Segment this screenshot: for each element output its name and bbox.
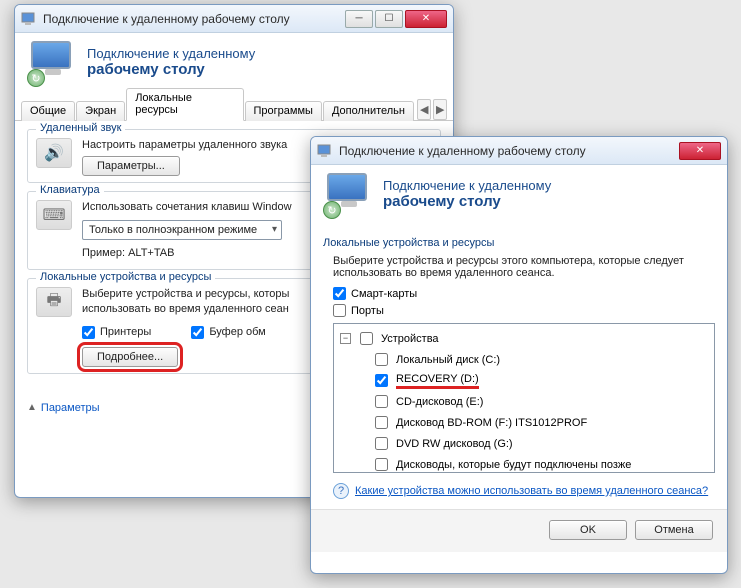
- tree-root[interactable]: − Устройства: [340, 328, 708, 349]
- more-button[interactable]: Подробнее...: [82, 347, 178, 367]
- rdc-logo-icon: ↻: [325, 173, 373, 215]
- smartcards-checkbox[interactable]: Смарт-карты: [323, 287, 715, 300]
- tree-item-label: Дисковод BD-ROM (F:) ITS1012PROF: [396, 417, 587, 429]
- tree-item-label: DVD RW дисковод (G:): [396, 438, 513, 450]
- tree-item-recovery[interactable]: RECOVERY (D:): [340, 370, 708, 391]
- group-legend: Удаленный звук: [36, 122, 125, 134]
- tree-root-checkbox[interactable]: [360, 332, 373, 345]
- dialog-footer: OK Отмена: [311, 509, 727, 552]
- window-title: Подключение к удаленному рабочему столу: [43, 12, 290, 26]
- tab-advanced[interactable]: Дополнительн: [323, 101, 414, 121]
- options-label: Параметры: [41, 402, 100, 414]
- tabstrip: Общие Экран Локальные ресурсы Программы …: [15, 97, 453, 121]
- close-button[interactable]: ✕: [679, 142, 721, 160]
- maximize-button[interactable]: ☐: [375, 10, 403, 28]
- clipboard-checkbox-input[interactable]: [191, 326, 204, 339]
- help-link[interactable]: Какие устройства можно использовать во в…: [355, 485, 708, 497]
- clipboard-label: Буфер обм: [209, 325, 265, 340]
- smartcards-checkbox-input[interactable]: [333, 287, 346, 300]
- chevron-up-icon: ▲: [27, 402, 37, 413]
- tree-root-label: Устройства: [381, 333, 439, 345]
- help-icon: ?: [333, 483, 349, 499]
- titlebar[interactable]: Подключение к удаленному рабочему столу …: [311, 137, 727, 165]
- titlebar[interactable]: Подключение к удаленному рабочему столу …: [15, 5, 453, 33]
- tree-item-checkbox[interactable]: [375, 353, 388, 366]
- tree-item-checkbox[interactable]: [375, 374, 388, 387]
- dialog-header: ↻ Подключение к удаленному рабочему стол…: [311, 165, 727, 225]
- tree-item-label: Локальный диск (C:): [396, 354, 500, 366]
- tree-item-label: RECOVERY (D:): [396, 373, 479, 389]
- header-line2: рабочему столу: [383, 193, 551, 210]
- tree-item[interactable]: DVD RW дисковод (G:): [340, 433, 708, 454]
- collapse-icon[interactable]: −: [340, 333, 351, 344]
- tree-item[interactable]: CD-дисковод (E:): [340, 391, 708, 412]
- minimize-button[interactable]: ─: [345, 10, 373, 28]
- tree-item[interactable]: Локальный диск (C:): [340, 349, 708, 370]
- tree-item-label: Дисководы, которые будут подключены позж…: [396, 459, 631, 471]
- ports-label: Порты: [351, 305, 384, 317]
- tab-scroll-left[interactable]: ◀: [417, 99, 431, 120]
- section-hint: Выберите устройства и ресурсы этого комп…: [323, 255, 715, 279]
- dialog-header: ↻ Подключение к удаленному рабочему стол…: [15, 33, 453, 93]
- tree-item-checkbox[interactable]: [375, 458, 388, 471]
- printers-checkbox[interactable]: Принтеры: [82, 325, 151, 340]
- tree-item-checkbox[interactable]: [375, 416, 388, 429]
- speaker-icon: 🔊: [36, 138, 72, 168]
- header-line2: рабочему столу: [87, 61, 255, 78]
- tree-item-checkbox[interactable]: [375, 437, 388, 450]
- options-toggle[interactable]: ▲ Параметры: [27, 402, 100, 414]
- close-button[interactable]: ✕: [405, 10, 447, 28]
- devices-icon: 🖶: [36, 287, 72, 317]
- group-legend: Клавиатура: [36, 184, 104, 196]
- tab-general[interactable]: Общие: [21, 101, 75, 121]
- app-icon: [21, 11, 37, 27]
- header-line1: Подключение к удаленному: [383, 178, 551, 193]
- tree-item-checkbox[interactable]: [375, 395, 388, 408]
- printers-label: Принтеры: [100, 325, 151, 340]
- ports-checkbox-input[interactable]: [333, 304, 346, 317]
- smartcards-label: Смарт-карты: [351, 288, 417, 300]
- ok-button[interactable]: OK: [549, 520, 627, 540]
- tree-item[interactable]: Дисковод BD-ROM (F:) ITS1012PROF: [340, 412, 708, 433]
- tab-display[interactable]: Экран: [76, 101, 125, 121]
- tree-item-label: CD-дисковод (E:): [396, 396, 483, 408]
- group-legend: Локальные устройства и ресурсы: [36, 271, 215, 283]
- tree-item[interactable]: Дисководы, которые будут подключены позж…: [340, 454, 708, 473]
- tab-programs[interactable]: Программы: [245, 101, 322, 121]
- app-icon: [317, 143, 333, 159]
- tab-scroll-right[interactable]: ▶: [433, 99, 447, 120]
- section-label: Локальные устройства и ресурсы: [323, 237, 715, 249]
- clipboard-checkbox[interactable]: Буфер обм: [191, 325, 265, 340]
- printers-checkbox-input[interactable]: [82, 326, 95, 339]
- ports-checkbox[interactable]: Порты: [323, 304, 715, 317]
- keyboard-icon: ⌨: [36, 200, 72, 230]
- cancel-button[interactable]: Отмена: [635, 520, 713, 540]
- tab-local-resources[interactable]: Локальные ресурсы: [126, 88, 243, 121]
- header-line1: Подключение к удаленному: [87, 46, 255, 61]
- devices-tree[interactable]: − Устройства Локальный диск (C:) RECOVER…: [333, 323, 715, 473]
- rdc-logo-icon: ↻: [29, 41, 77, 83]
- window-title: Подключение к удаленному рабочему столу: [339, 144, 586, 158]
- rdc-devices-dialog: Подключение к удаленному рабочему столу …: [310, 136, 728, 574]
- keyboard-mode-dropdown[interactable]: Только в полноэкранном режиме: [82, 220, 282, 241]
- audio-settings-button[interactable]: Параметры...: [82, 156, 180, 176]
